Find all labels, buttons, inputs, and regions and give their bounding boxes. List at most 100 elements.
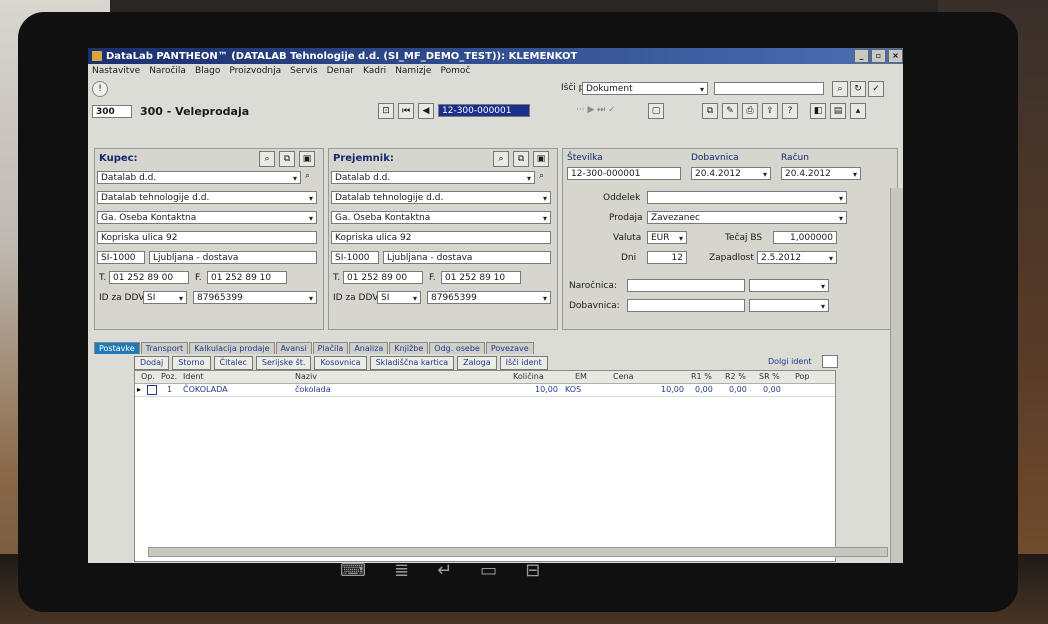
dobavnica-date-field[interactable]: 20.4.2012 [691, 167, 771, 180]
row-note-icon[interactable] [147, 385, 157, 395]
tab-kalkulacija[interactable]: Kalkulacija prodaje [189, 342, 275, 354]
close-button[interactable]: × [888, 49, 903, 63]
tab-placila[interactable]: Plačila [312, 342, 349, 354]
window-options-icon[interactable]: ◧ [810, 103, 826, 119]
edit-icon[interactable]: ✎ [722, 103, 738, 119]
minimize-button[interactable]: _ [854, 49, 869, 63]
prejemnik-copy-icon[interactable]: ⧉ [513, 151, 529, 167]
open-doc-icon[interactable]: ⊡ [378, 103, 394, 119]
kupec-search-icon[interactable]: ⌕ [259, 151, 275, 167]
menu-servis[interactable]: Servis [290, 66, 317, 76]
stevilka-field[interactable]: 12-300-000001 [567, 167, 681, 180]
search-icon[interactable]: ⌕ [832, 81, 848, 97]
table-row[interactable]: ▸ 1 ČOKOLADA čokolada 10,00 KOS 10,00 0,… [135, 384, 835, 397]
info-icon[interactable]: ! [92, 81, 108, 97]
tab-analiza[interactable]: Analiza [349, 342, 389, 354]
dobavnica2-field[interactable] [627, 299, 745, 312]
menu-lines-icon[interactable]: ≣ [394, 560, 409, 581]
prejemnik-vat-prefix-field[interactable]: SI [377, 291, 421, 304]
prodaja-field[interactable]: Zavezanec [647, 211, 847, 224]
kupec-street-field[interactable]: Kopriska ulica 92 [97, 231, 317, 244]
prejemnik-fax-field[interactable]: 01 252 89 10 [441, 271, 521, 284]
next-record-icon[interactable]: ··· ▶ ⏭ ✓ [576, 105, 616, 115]
menu-kadri[interactable]: Kadri [363, 66, 386, 76]
prejemnik-card-icon[interactable]: ▣ [533, 151, 549, 167]
prejemnik-name-field[interactable]: Datalab d.d. [331, 171, 535, 184]
prejemnik-postcode-field[interactable]: SI-1000 [331, 251, 379, 264]
windows-icon[interactable]: ▭ [480, 560, 497, 581]
prejemnik-fullname-field[interactable]: Datalab tehnologije d.d. [331, 191, 551, 204]
kupec-name-field[interactable]: Datalab d.d. [97, 171, 301, 184]
search-by-select[interactable]: Dokument [582, 82, 708, 95]
kupec-copy-icon[interactable]: ⧉ [279, 151, 295, 167]
kupec-fax-field[interactable]: 01 252 89 10 [207, 271, 287, 284]
export-icon[interactable]: ⇪ [762, 103, 778, 119]
menu-proizvodnja[interactable]: Proizvodnja [229, 66, 281, 76]
zapadlost-field[interactable]: 2.5.2012 [757, 251, 837, 264]
racun-date-field[interactable]: 20.4.2012 [781, 167, 861, 180]
menu-blago[interactable]: Blago [195, 66, 220, 76]
storno-button[interactable]: Storno [172, 356, 211, 370]
citalec-button[interactable]: Čitalec [213, 356, 253, 370]
prejemnik-contact-field[interactable]: Ga. Oseba Kontaktna [331, 211, 551, 224]
prejemnik-search-icon[interactable]: ⌕ [493, 151, 509, 167]
isci-ident-button[interactable]: Išči ident [499, 356, 548, 370]
copy-icon[interactable]: ⧉ [702, 103, 718, 119]
tab-povezave[interactable]: Povezave [485, 342, 534, 354]
kupec-tel-field[interactable]: 01 252 89 00 [109, 271, 189, 284]
narocnica-field[interactable] [627, 279, 745, 292]
maximize-button[interactable]: ▫ [871, 49, 886, 63]
tab-knjizbe[interactable]: Knjižbe [389, 342, 429, 354]
menu-narocila[interactable]: Naročila [149, 66, 186, 76]
menu-nastavitve[interactable]: Nastavitve [92, 66, 140, 76]
help-icon[interactable]: ? [782, 103, 798, 119]
kupec-card-icon[interactable]: ▣ [299, 151, 315, 167]
new-doc-icon[interactable]: ▢ [648, 103, 664, 119]
lock-icon[interactable]: ⊟ [525, 560, 540, 581]
prejemnik-tel-field[interactable]: 01 252 89 00 [343, 271, 423, 284]
menu-namizje[interactable]: Namizje [395, 66, 431, 76]
doc-type-code[interactable]: 300 [92, 104, 132, 118]
dni-field[interactable]: 12 [647, 251, 687, 264]
kosovnica-button[interactable]: Kosovnica [314, 356, 367, 370]
menu-more-icon[interactable]: ▴ [850, 103, 866, 119]
zaloga-button[interactable]: Zaloga [457, 356, 497, 370]
kupec-fullname-field[interactable]: Datalab tehnologije d.d. [97, 191, 317, 204]
dodaj-button[interactable]: Dodaj [134, 356, 170, 370]
menu-denar[interactable]: Denar [327, 66, 354, 76]
narocnica-date-field[interactable] [749, 279, 829, 292]
dobavnica2-date-field[interactable] [749, 299, 829, 312]
horizontal-scrollbar[interactable] [148, 547, 888, 557]
keyboard-icon[interactable]: ⌨ [340, 560, 366, 581]
tab-avansi[interactable]: Avansi [275, 342, 312, 354]
tecaj-field[interactable]: 1,000000 [773, 231, 837, 244]
dolgi-ident-toggle[interactable] [822, 355, 838, 368]
prejemnik-lookup-icon[interactable]: ⌕ [539, 171, 544, 181]
kupec-city-field[interactable]: Ljubljana - dostava [149, 251, 317, 264]
kupec-vat-field[interactable]: 87965399 [193, 291, 317, 304]
doc-number-field[interactable]: 12-300-000001 [438, 104, 530, 117]
serijske-button[interactable]: Serijske št. [255, 356, 312, 370]
refresh-icon[interactable]: ↻ [850, 81, 866, 97]
back-icon[interactable]: ↵ [437, 560, 452, 581]
check-icon[interactable]: ✓ [868, 81, 884, 97]
layout-icon[interactable]: ▤ [830, 103, 846, 119]
prev-record-icon[interactable]: ◀ [418, 103, 434, 119]
tab-transport[interactable]: Transport [140, 342, 189, 354]
print-icon[interactable]: ⎙ [742, 103, 758, 119]
prejemnik-vat-field[interactable]: 87965399 [427, 291, 551, 304]
prejemnik-street-field[interactable]: Kopriska ulica 92 [331, 231, 551, 244]
tab-odg-osebe[interactable]: Odg. osebe [429, 342, 485, 354]
menu-pomoc[interactable]: Pomoč [440, 66, 470, 76]
skladiscna-kartica-button[interactable]: Skladiščna kartica [369, 356, 455, 370]
oddelek-field[interactable] [647, 191, 847, 204]
first-record-icon[interactable]: ⏮ [398, 103, 414, 119]
search-input[interactable] [714, 82, 824, 95]
kupec-vat-prefix-field[interactable]: SI [143, 291, 187, 304]
tab-postavke[interactable]: Postavke [94, 342, 140, 354]
kupec-postcode-field[interactable]: SI-1000 [97, 251, 145, 264]
kupec-lookup-icon[interactable]: ⌕ [305, 171, 310, 181]
vertical-scrollbar[interactable] [890, 188, 903, 563]
valuta-field[interactable]: EUR [647, 231, 687, 244]
prejemnik-city-field[interactable]: Ljubljana - dostava [383, 251, 551, 264]
